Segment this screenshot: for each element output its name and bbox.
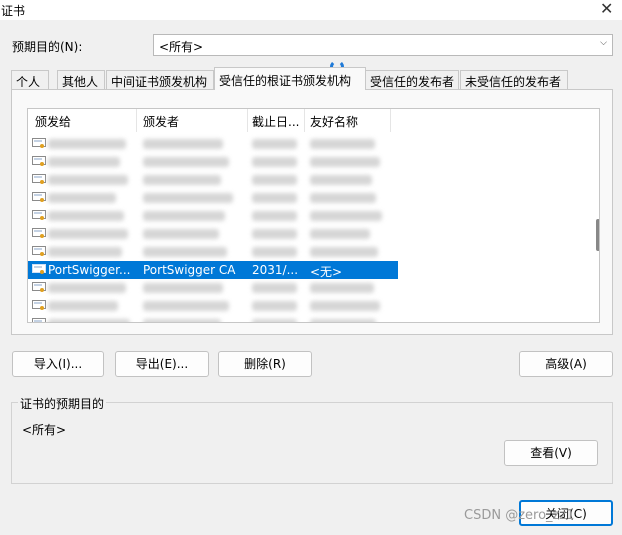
list-item[interactable] <box>28 243 398 261</box>
column-divider[interactable] <box>247 109 248 132</box>
redacted-text <box>143 139 223 149</box>
redacted-text <box>48 301 118 311</box>
redacted-text <box>310 319 376 322</box>
certificate-icon <box>32 138 46 148</box>
redacted-text <box>143 247 227 257</box>
list-item[interactable] <box>28 225 398 243</box>
list-header: 颁发给 颁发者 截止日... 友好名称 <box>28 109 599 132</box>
certificate-icon <box>32 228 46 238</box>
redacted-text <box>143 301 229 311</box>
certificate-icon <box>32 210 46 220</box>
intended-purposes-value: <所有> <box>22 423 67 437</box>
tab-others[interactable]: 其他人 <box>57 70 105 89</box>
redacted-text <box>48 193 116 203</box>
list-scrollbar-thumb[interactable] <box>596 219 599 251</box>
list-item[interactable] <box>28 189 398 207</box>
redacted-text <box>310 157 380 167</box>
cell-issued-to: PortSwigger... <box>48 263 131 277</box>
delete-button[interactable]: 删除(R) <box>218 351 312 377</box>
purpose-select-value: <所有> <box>159 40 204 54</box>
view-button[interactable]: 查看(V) <box>504 440 598 466</box>
column-issued-to[interactable]: 颁发给 <box>35 113 71 130</box>
redacted-text <box>252 283 297 293</box>
certificate-icon <box>32 174 46 184</box>
redacted-text <box>310 283 374 293</box>
cell-issued-by: PortSwigger CA <box>143 263 236 277</box>
redacted-text <box>252 175 297 185</box>
chevron-down-icon: ⌵ <box>600 38 607 48</box>
certificate-icon <box>32 246 46 256</box>
list-item[interactable] <box>28 297 398 315</box>
purpose-select[interactable]: <所有> ⌵ <box>153 34 613 56</box>
redacted-text <box>48 175 128 185</box>
cell-friendly-name: <无> <box>310 265 343 279</box>
column-divider[interactable] <box>136 109 137 132</box>
tab-panel: 颁发给 颁发者 截止日... 友好名称 PortSwigger... PortS… <box>11 89 613 335</box>
tab-intermediate-ca[interactable]: 中间证书颁发机构 <box>106 70 214 89</box>
close-icon[interactable]: ✕ <box>600 0 613 18</box>
redacted-text <box>48 319 130 322</box>
redacted-text <box>252 247 297 257</box>
certificate-icon <box>32 192 46 202</box>
column-divider[interactable] <box>304 109 305 132</box>
column-friendly-name[interactable]: 友好名称 <box>310 113 358 130</box>
redacted-text <box>252 139 297 149</box>
watermark-text: CSDN @zero_zz1 <box>464 508 575 523</box>
title-bar: 证书 ✕ <box>0 0 622 20</box>
purpose-label: 预期目的(N): <box>12 40 83 54</box>
redacted-text <box>48 157 120 167</box>
list-item[interactable] <box>28 135 398 153</box>
column-issued-by[interactable]: 颁发者 <box>143 113 179 130</box>
certificate-list[interactable]: 颁发给 颁发者 截止日... 友好名称 PortSwigger... PortS… <box>27 108 600 323</box>
tab-personal[interactable]: 个人 <box>11 70 49 89</box>
redacted-text <box>143 157 229 167</box>
list-item[interactable] <box>28 207 398 225</box>
redacted-text <box>143 175 221 185</box>
redacted-text <box>252 229 297 239</box>
cell-expiry: 2031/... <box>252 263 299 277</box>
column-divider[interactable] <box>390 109 391 132</box>
certificate-icon <box>32 282 46 292</box>
redacted-text <box>143 229 219 239</box>
list-item[interactable] <box>28 279 398 297</box>
redacted-text <box>310 193 376 203</box>
redacted-text <box>143 211 225 221</box>
redacted-text <box>310 211 382 221</box>
certificate-icon <box>32 156 46 166</box>
redacted-text <box>252 211 297 221</box>
list-item-selected[interactable]: PortSwigger... PortSwigger CA 2031/... <… <box>28 261 398 279</box>
redacted-text <box>143 283 223 293</box>
redacted-text <box>48 211 124 221</box>
certificate-icon <box>32 318 46 322</box>
intended-purposes-label: 证书的预期目的 <box>18 395 107 412</box>
redacted-text <box>310 229 370 239</box>
redacted-text <box>310 139 375 149</box>
redacted-text <box>310 247 378 257</box>
tab-untrusted-publishers[interactable]: 未受信任的发布者 <box>460 70 568 89</box>
redacted-text <box>252 157 297 167</box>
redacted-text <box>310 301 380 311</box>
certificate-icon <box>32 300 46 310</box>
redacted-text <box>48 229 128 239</box>
redacted-text <box>143 319 221 322</box>
export-button[interactable]: 导出(E)... <box>115 351 209 377</box>
redacted-text <box>252 319 297 322</box>
import-button[interactable]: 导入(I)... <box>12 351 104 377</box>
redacted-text <box>252 193 297 203</box>
tab-trusted-publishers[interactable]: 受信任的发布者 <box>365 70 459 89</box>
redacted-text <box>143 193 233 203</box>
list-item[interactable] <box>28 315 398 322</box>
redacted-text <box>48 139 126 149</box>
window-title: 证书 <box>1 4 26 18</box>
list-item[interactable] <box>28 171 398 189</box>
redacted-text <box>310 175 372 185</box>
redacted-text <box>252 301 297 311</box>
column-expiry[interactable]: 截止日... <box>252 113 299 130</box>
list-item[interactable] <box>28 153 398 171</box>
tab-trusted-root-ca[interactable]: 受信任的根证书颁发机构 <box>214 67 366 90</box>
certificate-icon <box>32 264 46 274</box>
redacted-text <box>48 283 126 293</box>
advanced-button[interactable]: 高级(A) <box>519 351 613 377</box>
redacted-text <box>48 247 122 257</box>
